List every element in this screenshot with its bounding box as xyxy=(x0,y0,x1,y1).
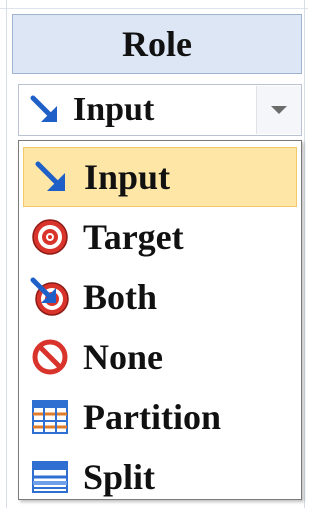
option-label: Target xyxy=(83,217,184,257)
dropdown-toggle-button[interactable] xyxy=(256,86,301,134)
combo-selected-value: Input xyxy=(73,91,155,128)
option-label: Both xyxy=(83,277,158,317)
option-target[interactable]: Target xyxy=(23,207,297,267)
option-none[interactable]: None xyxy=(23,327,297,387)
grid-line xyxy=(0,8,308,9)
option-both[interactable]: Both xyxy=(23,267,297,327)
both-icon xyxy=(27,274,73,320)
chevron-down-icon xyxy=(271,106,287,114)
option-label: Partition xyxy=(83,397,221,437)
partition-icon xyxy=(27,394,73,440)
option-split[interactable]: Split xyxy=(23,447,297,507)
column-header-label: Role xyxy=(122,24,192,64)
target-icon xyxy=(27,214,73,260)
option-input[interactable]: Input xyxy=(23,147,297,207)
input-arrow-icon xyxy=(28,154,74,200)
split-icon xyxy=(27,454,73,500)
role-column-header[interactable]: Role xyxy=(12,14,302,74)
none-icon xyxy=(27,334,73,380)
input-arrow-icon xyxy=(25,90,65,130)
option-label: Input xyxy=(84,157,171,197)
role-combo-box[interactable]: Input xyxy=(18,84,302,136)
option-partition[interactable]: Partition xyxy=(23,387,297,447)
grid-line xyxy=(6,0,7,508)
option-label: None xyxy=(83,337,163,377)
option-label: Split xyxy=(83,457,156,497)
grid-line xyxy=(304,0,305,508)
role-dropdown-list: Input Target Both None Partition Split xyxy=(18,140,302,500)
